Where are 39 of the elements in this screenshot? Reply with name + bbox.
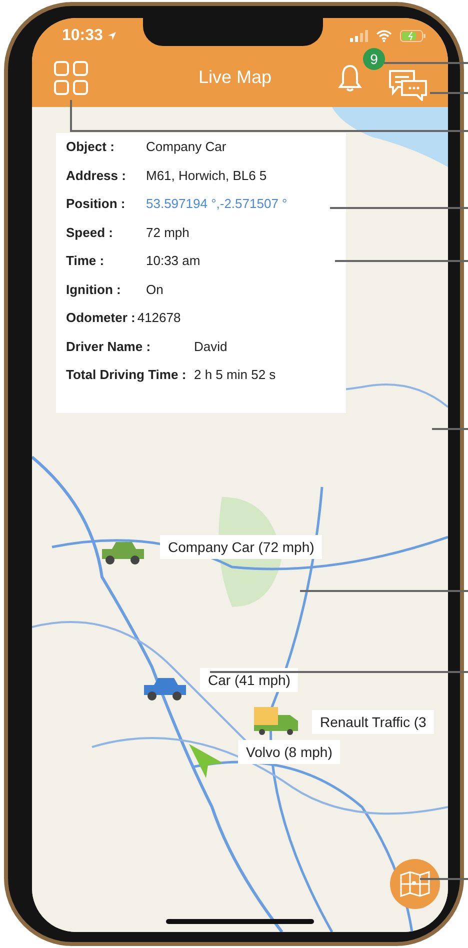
field-label: Speed : — [66, 224, 114, 240]
screen-title: Live Map — [197, 67, 273, 88]
arrow-icon[interactable] — [188, 743, 224, 779]
field-label: Position : — [66, 196, 126, 211]
vehicle-label: Company Car (72 mph) — [160, 535, 322, 559]
truck-icon[interactable] — [254, 707, 300, 735]
field-label: Time : — [66, 253, 106, 268]
field-value: 72 mph — [146, 224, 190, 240]
leader-line — [430, 92, 468, 94]
leader-line — [432, 428, 468, 430]
field-value: On — [146, 282, 164, 296]
field-value: M61, Horwich, BL6 5 — [146, 168, 267, 182]
notification-badge: 9 — [363, 48, 385, 70]
vehicle-label: Renault Traffic (3 — [312, 710, 434, 734]
battery-icon — [400, 30, 426, 42]
vehicle-label: Volvo (8 mph) — [238, 740, 340, 764]
field-value: 10:33 am — [146, 253, 200, 268]
menu-icon[interactable] — [54, 60, 88, 94]
vehicle-label: Car (41 mph) — [200, 668, 298, 692]
field-value: 412678 — [137, 310, 181, 325]
chat-icon[interactable] — [388, 68, 428, 100]
field-label: Driver Name : — [66, 338, 152, 354]
wifi-icon — [376, 30, 392, 42]
status-time: 10:33 — [62, 27, 103, 45]
car-icon[interactable] — [142, 675, 188, 701]
leader-line — [420, 878, 468, 880]
car-icon[interactable] — [100, 539, 146, 565]
location-arrow-icon — [106, 31, 117, 41]
field-label: Ignition : — [66, 282, 122, 296]
position-link[interactable]: 53.597194 °,-2.571507 ° — [146, 196, 288, 211]
field-label: Object : — [66, 139, 116, 154]
bell-icon[interactable] — [338, 64, 362, 92]
field-label: Address : — [66, 168, 127, 182]
field-label: Total Driving Time : — [66, 367, 188, 382]
field-value: David — [194, 338, 228, 354]
field-value: 2 h 5 min 52 s — [194, 367, 276, 382]
field-label: Odometer : — [66, 310, 136, 325]
signal-icon — [350, 30, 368, 42]
field-value: Company Car — [146, 139, 226, 154]
